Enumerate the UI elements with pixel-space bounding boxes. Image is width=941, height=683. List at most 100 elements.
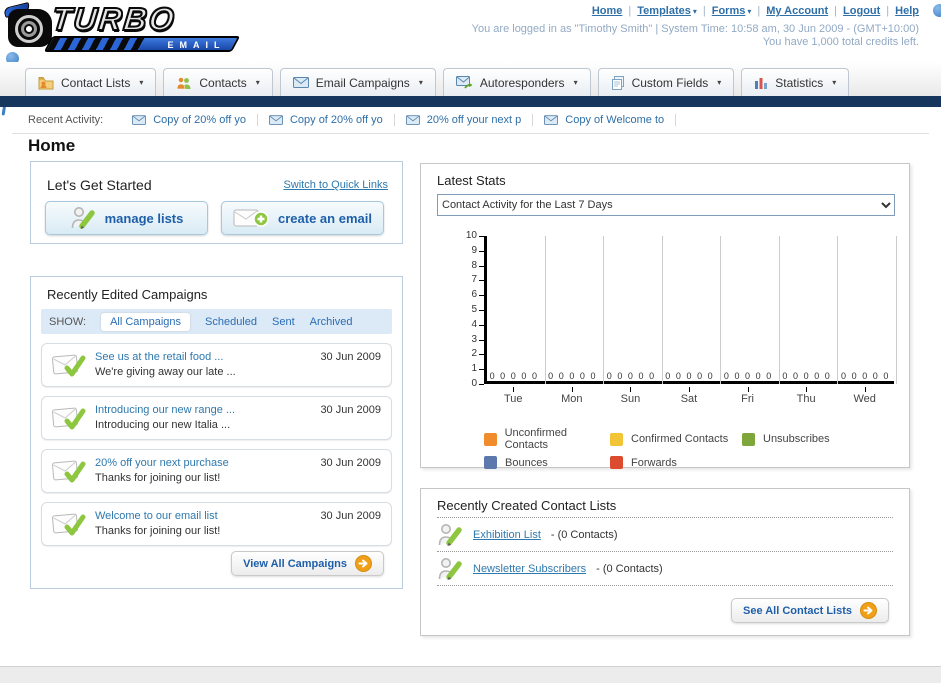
legend-swatch: [742, 432, 755, 446]
campaign-tab-sent[interactable]: Sent: [272, 316, 295, 328]
topnav-link-forms[interactable]: Forms: [712, 5, 746, 17]
x-axis-tick-label: Mon: [561, 393, 583, 405]
manage-lists-button[interactable]: manage lists: [45, 201, 208, 235]
contact-lists-panel-title: Recently Created Contact Lists: [437, 498, 617, 513]
bar-value-labels: 00000: [665, 371, 713, 381]
logo-bar: EMAIL: [43, 36, 241, 52]
recent-activity-items: Copy of 20% off yo Copy of 20% off yo 20% …: [121, 113, 677, 126]
recent-activity-item-label: 20% off your next p: [426, 113, 522, 126]
y-axis-tick-label: 4: [471, 318, 477, 330]
chevron-down-icon: ▾: [717, 78, 722, 87]
topnav-link-my-account[interactable]: My Account: [766, 5, 828, 17]
envelope-small-icon: [544, 114, 559, 125]
campaign-card: Welcome to our email list Thanks for join…: [41, 502, 392, 546]
see-all-contact-lists-button[interactable]: See All Contact Lists: [730, 598, 889, 623]
arrow-circle-icon: [860, 602, 877, 619]
bar-value-labels: 00000: [723, 371, 772, 381]
legend-label: Forwards: [631, 456, 677, 469]
campaign-text: Introducing our new range ... Introducing…: [95, 403, 235, 433]
contact-list-count: - (0 Contacts): [596, 562, 663, 575]
chevron-down-icon: ▾: [692, 7, 697, 16]
y-axis-tick-label: 10: [465, 230, 477, 241]
recent-activity-item[interactable]: 20% off your next p: [395, 113, 534, 126]
topnav-link-help[interactable]: Help: [895, 5, 919, 17]
nav-tab-label: Statistics: [775, 75, 824, 90]
x-axis-tick-label: Sat: [680, 393, 698, 405]
campaign-tab-scheduled[interactable]: Scheduled: [205, 316, 257, 328]
y-axis-tick-label: 3: [471, 333, 477, 345]
app-logo: TURBO EMAIL: [3, 0, 246, 55]
campaign-card: See us at the retail food ... We're givin…: [41, 343, 392, 387]
topnav-link-templates[interactable]: Templates: [637, 5, 691, 17]
nav-tab-custom-fields[interactable]: Custom Fields ▾: [597, 68, 735, 96]
nav-tab-statistics[interactable]: Statistics ▾: [741, 68, 850, 96]
recent-activity-item[interactable]: Copy of 20% off yo: [258, 113, 395, 126]
divider: [12, 133, 929, 134]
bar-chart-icon: [754, 76, 768, 89]
campaign-title-link[interactable]: Welcome to our email list: [95, 510, 218, 522]
campaign-date: 30 Jun 2009: [320, 457, 381, 469]
y-axis-tick-label: 1: [471, 363, 477, 375]
gridline: [720, 236, 722, 384]
y-axis-tick: [479, 295, 484, 297]
legend-item: Unsubscribes: [742, 427, 892, 451]
legend-label: Bounces: [505, 456, 548, 469]
x-axis-tick-label: Thu: [796, 393, 816, 405]
stats-filter-select[interactable]: Contact Activity for the Last 7 Days: [437, 194, 895, 216]
contact-list-link[interactable]: Exhibition List: [473, 529, 541, 541]
y-axis-tick-label: 5: [471, 304, 477, 315]
recent-activity-item[interactable]: Copy of 20% off yo: [121, 113, 258, 126]
campaign-subtitle: Thanks for joining our list!: [95, 472, 221, 484]
nav-tab-email-campaigns[interactable]: Email Campaigns ▾: [279, 68, 436, 96]
campaign-subtitle: We're giving away our late ...: [95, 366, 236, 378]
topnav-link-logout[interactable]: Logout: [843, 5, 880, 17]
x-axis-tick: [630, 387, 632, 392]
logo-stripes: [46, 38, 146, 50]
campaign-card: 20% off your next purchase Thanks for joi…: [41, 449, 392, 493]
gridline: [544, 236, 546, 384]
contact-list-link[interactable]: Newsletter Subscribers: [473, 563, 586, 575]
person-pencil-icon: [70, 205, 96, 231]
person-pencil-icon: [437, 522, 463, 548]
gridline: [778, 236, 780, 384]
switch-to-quick-links[interactable]: Switch to Quick Links: [283, 179, 388, 191]
nav-tab-contacts[interactable]: Contacts ▾: [163, 68, 273, 96]
recent-activity-item[interactable]: Copy of Welcome to: [533, 113, 677, 126]
campaign-title-link[interactable]: Introducing our new range ...: [95, 404, 235, 416]
chevron-down-icon: ▾: [139, 78, 144, 87]
button-label: create an email: [278, 210, 372, 226]
y-axis-tick: [479, 310, 484, 311]
topnav-link-home[interactable]: Home: [592, 5, 623, 17]
campaign-subtitle: Thanks for joining our list!: [95, 525, 221, 537]
nav-tab-contact-lists[interactable]: Contact Lists ▾: [25, 68, 157, 96]
page-title: Home: [28, 136, 76, 155]
x-axis-tick: [689, 387, 690, 392]
logo-subtitle: EMAIL: [167, 40, 226, 50]
campaign-text: 20% off your next purchase Thanks for joi…: [95, 456, 229, 486]
chart-plot: [484, 236, 897, 384]
nav-tab-autoresponders[interactable]: Autoresponders ▾: [442, 68, 591, 96]
y-axis-tick: [479, 265, 484, 267]
campaigns-panel-title: Recently Edited Campaigns: [47, 287, 208, 302]
legend-label: Unconfirmed Contacts: [504, 427, 567, 451]
bar-value-labels: 00000: [841, 371, 889, 381]
chevron-down-icon: ▾: [418, 78, 423, 87]
campaign-tab-all-campaigns[interactable]: All Campaigns: [101, 312, 190, 331]
bar-value-labels: 00000: [489, 371, 537, 381]
folder-user-icon: [38, 76, 54, 90]
campaign-title-link[interactable]: 20% off your next purchase: [95, 457, 229, 469]
stats-panel-title: Latest Stats: [437, 173, 506, 188]
campaign-tab-archived[interactable]: Archived: [310, 316, 353, 328]
create-an-email-button[interactable]: create an email: [221, 201, 384, 235]
get-started-title: Let's Get Started: [47, 177, 152, 193]
y-axis-tick-label: 2: [471, 348, 477, 360]
y-axis-tick: [479, 280, 484, 282]
topnav-links: Home | Templates ▾ | Forms ▾ | My Account | Logout…: [592, 5, 919, 17]
envelope-plus-icon: [233, 206, 269, 230]
x-axis-tick-label: Fri: [741, 393, 754, 405]
logo-title: TURBO: [49, 0, 179, 38]
y-axis-tick: [479, 236, 484, 237]
campaign-title-link[interactable]: See us at the retail food ...: [95, 351, 223, 363]
view-all-campaigns-button[interactable]: View All Campaigns: [231, 551, 384, 576]
nav-tab-label: Custom Fields: [631, 75, 709, 90]
